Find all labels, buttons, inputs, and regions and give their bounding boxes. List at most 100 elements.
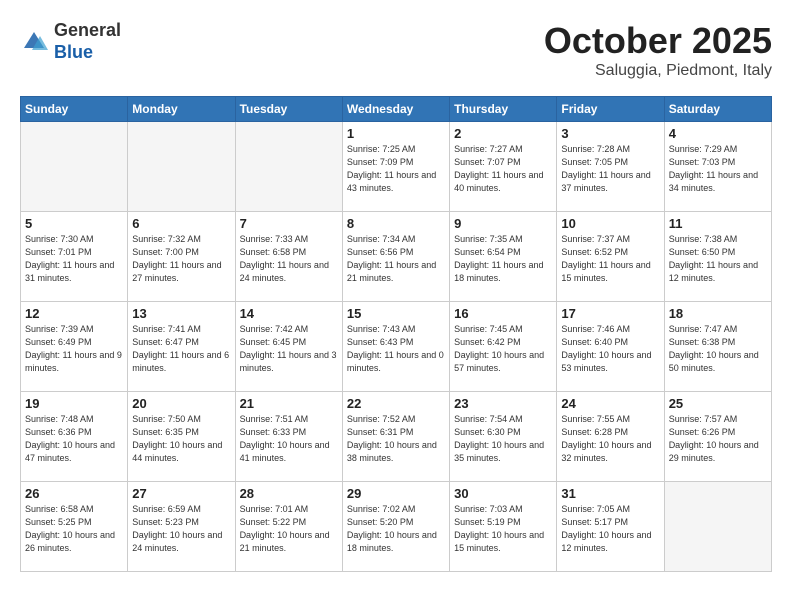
calendar-cell: 31 Sunrise: 7:05 AM Sunset: 5:17 PM Dayli… bbox=[557, 482, 664, 572]
day-info: Sunrise: 7:57 AM Sunset: 6:26 PM Dayligh… bbox=[669, 413, 767, 465]
day-info: Sunrise: 7:27 AM Sunset: 7:07 PM Dayligh… bbox=[454, 143, 552, 195]
day-info: Sunrise: 7:29 AM Sunset: 7:03 PM Dayligh… bbox=[669, 143, 767, 195]
day-info: Sunrise: 7:28 AM Sunset: 7:05 PM Dayligh… bbox=[561, 143, 659, 195]
day-number: 19 bbox=[25, 396, 123, 411]
page-header: General Blue October 2025 Saluggia, Pied… bbox=[20, 20, 772, 80]
month-title: October 2025 bbox=[544, 20, 772, 62]
day-info: Sunrise: 7:50 AM Sunset: 6:35 PM Dayligh… bbox=[132, 413, 230, 465]
calendar-cell: 21Sunrise: 7:51 AM Sunset: 6:33 PM Dayli… bbox=[235, 392, 342, 482]
day-number: 2 bbox=[454, 126, 552, 141]
week-row-1: 1 Sunrise: 7:25 AM Sunset: 7:09 PM Daylig… bbox=[21, 122, 772, 212]
day-number: 12 bbox=[25, 306, 123, 321]
day-number: 22 bbox=[347, 396, 445, 411]
day-number: 18 bbox=[669, 306, 767, 321]
day-number: 20 bbox=[132, 396, 230, 411]
calendar-cell: 30Sunrise: 7:03 AM Sunset: 5:19 PM Dayli… bbox=[450, 482, 557, 572]
logo-text: General Blue bbox=[54, 20, 121, 63]
calendar-cell: 1 Sunrise: 7:25 AM Sunset: 7:09 PM Daylig… bbox=[342, 122, 449, 212]
weekday-header-sunday: Sunday bbox=[21, 97, 128, 122]
calendar-table: SundayMondayTuesdayWednesdayThursdayFrid… bbox=[20, 96, 772, 572]
day-number: 28 bbox=[240, 486, 338, 501]
day-info: Sunrise: 7:52 AM Sunset: 6:31 PM Dayligh… bbox=[347, 413, 445, 465]
day-number: 23 bbox=[454, 396, 552, 411]
title-block: October 2025 Saluggia, Piedmont, Italy bbox=[544, 20, 772, 80]
weekday-header-wednesday: Wednesday bbox=[342, 97, 449, 122]
day-number: 24 bbox=[561, 396, 659, 411]
calendar-cell: 27Sunrise: 6:59 AM Sunset: 5:23 PM Dayli… bbox=[128, 482, 235, 572]
day-info: Sunrise: 7:03 AM Sunset: 5:19 PM Dayligh… bbox=[454, 503, 552, 555]
calendar-cell: 6Sunrise: 7:32 AM Sunset: 7:00 PM Daylig… bbox=[128, 212, 235, 302]
weekday-header-monday: Monday bbox=[128, 97, 235, 122]
day-info: Sunrise: 6:59 AM Sunset: 5:23 PM Dayligh… bbox=[132, 503, 230, 555]
day-number: 13 bbox=[132, 306, 230, 321]
day-number: 29 bbox=[347, 486, 445, 501]
weekday-header-thursday: Thursday bbox=[450, 97, 557, 122]
calendar-cell: 5 Sunrise: 7:30 AM Sunset: 7:01 PM Daylig… bbox=[21, 212, 128, 302]
weekday-header-tuesday: Tuesday bbox=[235, 97, 342, 122]
calendar-cell: 22 Sunrise: 7:52 AM Sunset: 6:31 PM Dayli… bbox=[342, 392, 449, 482]
calendar-cell: 24 Sunrise: 7:55 AM Sunset: 6:28 PM Dayli… bbox=[557, 392, 664, 482]
day-info: Sunrise: 7:45 AM Sunset: 6:42 PM Dayligh… bbox=[454, 323, 552, 375]
week-row-2: 5 Sunrise: 7:30 AM Sunset: 7:01 PM Daylig… bbox=[21, 212, 772, 302]
day-number: 17 bbox=[561, 306, 659, 321]
day-info: Sunrise: 7:41 AM Sunset: 6:47 PM Dayligh… bbox=[132, 323, 230, 375]
calendar-cell: 13 Sunrise: 7:41 AM Sunset: 6:47 PM Dayli… bbox=[128, 302, 235, 392]
day-number: 10 bbox=[561, 216, 659, 231]
weekday-header-saturday: Saturday bbox=[664, 97, 771, 122]
day-number: 9 bbox=[454, 216, 552, 231]
day-number: 3 bbox=[561, 126, 659, 141]
day-info: Sunrise: 6:58 AM Sunset: 5:25 PM Dayligh… bbox=[25, 503, 123, 555]
day-info: Sunrise: 7:30 AM Sunset: 7:01 PM Dayligh… bbox=[25, 233, 123, 285]
day-info: Sunrise: 7:34 AM Sunset: 6:56 PM Dayligh… bbox=[347, 233, 445, 285]
calendar-cell: 2 Sunrise: 7:27 AM Sunset: 7:07 PM Daylig… bbox=[450, 122, 557, 212]
day-info: Sunrise: 7:39 AM Sunset: 6:49 PM Dayligh… bbox=[25, 323, 123, 375]
day-number: 25 bbox=[669, 396, 767, 411]
day-info: Sunrise: 7:55 AM Sunset: 6:28 PM Dayligh… bbox=[561, 413, 659, 465]
day-info: Sunrise: 7:42 AM Sunset: 6:45 PM Dayligh… bbox=[240, 323, 338, 375]
day-number: 11 bbox=[669, 216, 767, 231]
day-info: Sunrise: 7:01 AM Sunset: 5:22 PM Dayligh… bbox=[240, 503, 338, 555]
day-number: 14 bbox=[240, 306, 338, 321]
calendar-cell: 12 Sunrise: 7:39 AM Sunset: 6:49 PM Dayli… bbox=[21, 302, 128, 392]
calendar-cell bbox=[664, 482, 771, 572]
logo-icon bbox=[20, 28, 48, 56]
calendar-cell: 8Sunrise: 7:34 AM Sunset: 6:56 PM Daylig… bbox=[342, 212, 449, 302]
calendar-cell bbox=[21, 122, 128, 212]
calendar-cell: 29 Sunrise: 7:02 AM Sunset: 5:20 PM Dayli… bbox=[342, 482, 449, 572]
day-info: Sunrise: 7:05 AM Sunset: 5:17 PM Dayligh… bbox=[561, 503, 659, 555]
calendar-cell: 23Sunrise: 7:54 AM Sunset: 6:30 PM Dayli… bbox=[450, 392, 557, 482]
calendar-cell: 26Sunrise: 6:58 AM Sunset: 5:25 PM Dayli… bbox=[21, 482, 128, 572]
calendar-cell: 20 Sunrise: 7:50 AM Sunset: 6:35 PM Dayli… bbox=[128, 392, 235, 482]
day-number: 7 bbox=[240, 216, 338, 231]
calendar-cell: 3 Sunrise: 7:28 AM Sunset: 7:05 PM Daylig… bbox=[557, 122, 664, 212]
calendar-cell: 17Sunrise: 7:46 AM Sunset: 6:40 PM Dayli… bbox=[557, 302, 664, 392]
week-row-3: 12 Sunrise: 7:39 AM Sunset: 6:49 PM Dayli… bbox=[21, 302, 772, 392]
day-number: 5 bbox=[25, 216, 123, 231]
day-info: Sunrise: 7:02 AM Sunset: 5:20 PM Dayligh… bbox=[347, 503, 445, 555]
calendar-cell: 19 Sunrise: 7:48 AM Sunset: 6:36 PM Dayli… bbox=[21, 392, 128, 482]
calendar-cell: 25 Sunrise: 7:57 AM Sunset: 6:26 PM Dayli… bbox=[664, 392, 771, 482]
day-number: 16 bbox=[454, 306, 552, 321]
day-info: Sunrise: 7:48 AM Sunset: 6:36 PM Dayligh… bbox=[25, 413, 123, 465]
calendar-cell bbox=[128, 122, 235, 212]
calendar-cell: 9Sunrise: 7:35 AM Sunset: 6:54 PM Daylig… bbox=[450, 212, 557, 302]
logo: General Blue bbox=[20, 20, 121, 63]
day-info: Sunrise: 7:51 AM Sunset: 6:33 PM Dayligh… bbox=[240, 413, 338, 465]
day-number: 1 bbox=[347, 126, 445, 141]
calendar-cell: 10 Sunrise: 7:37 AM Sunset: 6:52 PM Dayli… bbox=[557, 212, 664, 302]
location: Saluggia, Piedmont, Italy bbox=[544, 62, 772, 80]
logo-blue: Blue bbox=[54, 42, 93, 62]
calendar-cell: 7Sunrise: 7:33 AM Sunset: 6:58 PM Daylig… bbox=[235, 212, 342, 302]
day-info: Sunrise: 7:38 AM Sunset: 6:50 PM Dayligh… bbox=[669, 233, 767, 285]
day-number: 31 bbox=[561, 486, 659, 501]
day-info: Sunrise: 7:43 AM Sunset: 6:43 PM Dayligh… bbox=[347, 323, 445, 375]
calendar-cell: 15Sunrise: 7:43 AM Sunset: 6:43 PM Dayli… bbox=[342, 302, 449, 392]
week-row-5: 26Sunrise: 6:58 AM Sunset: 5:25 PM Dayli… bbox=[21, 482, 772, 572]
day-info: Sunrise: 7:25 AM Sunset: 7:09 PM Dayligh… bbox=[347, 143, 445, 195]
day-number: 4 bbox=[669, 126, 767, 141]
weekday-header-friday: Friday bbox=[557, 97, 664, 122]
calendar-cell: 28 Sunrise: 7:01 AM Sunset: 5:22 PM Dayli… bbox=[235, 482, 342, 572]
day-info: Sunrise: 7:47 AM Sunset: 6:38 PM Dayligh… bbox=[669, 323, 767, 375]
day-info: Sunrise: 7:32 AM Sunset: 7:00 PM Dayligh… bbox=[132, 233, 230, 285]
day-info: Sunrise: 7:37 AM Sunset: 6:52 PM Dayligh… bbox=[561, 233, 659, 285]
